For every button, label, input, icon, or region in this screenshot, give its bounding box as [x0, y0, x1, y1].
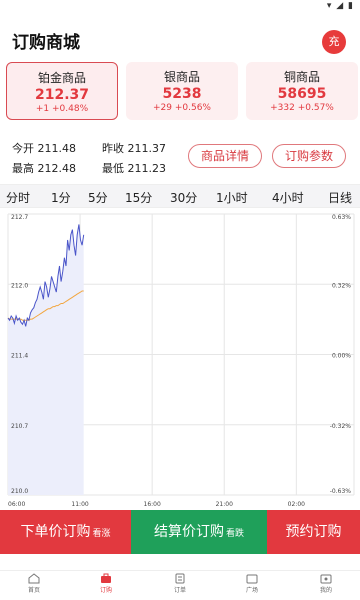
square-icon: [246, 574, 258, 584]
tab-30min[interactable]: 30分: [170, 189, 197, 206]
status-icons: ▾ ◢ ▮: [326, 1, 354, 11]
y-tick-label-percent: -0.32%: [330, 423, 352, 430]
buy-settle-price-hint: 看跌: [225, 529, 244, 539]
y-tick-label: 211.4: [11, 353, 28, 360]
tab-5min[interactable]: 5分: [88, 189, 108, 206]
x-tick-label: 06:00: [8, 501, 25, 508]
high-price: 最高 212.48: [12, 162, 76, 175]
nav-profile-label: 我的: [319, 587, 332, 594]
product-change: +29 +0.56%: [153, 103, 211, 113]
shop-icon: [101, 573, 111, 583]
reserve-order-button[interactable]: 预约订购: [267, 510, 360, 554]
nav-square-label: 广场: [245, 587, 258, 594]
x-tick-label: 11:00: [71, 501, 88, 508]
nav-home-label: 首页: [27, 587, 40, 594]
nav-shop[interactable]: 订购: [86, 573, 126, 594]
page-title: 订购商城: [12, 33, 80, 53]
product-price: 58695: [277, 86, 327, 102]
nav-orders-label: 订单: [173, 587, 186, 594]
x-tick-label: 16:00: [144, 501, 161, 508]
reserve-order-label: 预约订购: [285, 524, 342, 540]
y-tick-label-percent: -0.63%: [330, 488, 352, 495]
order-icon: [175, 573, 185, 584]
tab-15min[interactable]: 15分: [125, 189, 152, 206]
nav-shop-label: 订购: [99, 587, 112, 594]
home-icon: [28, 573, 40, 584]
product-price: 5238: [162, 86, 202, 102]
status-bar: ▾ ◢ ▮: [0, 0, 360, 14]
buy-order-price-label: 下单价订购: [20, 524, 91, 540]
tab-1hour[interactable]: 1小时: [216, 189, 248, 206]
timeshare-chart[interactable]: 212.7 212.0 211.4 210.7 210.0 0.63% 0.32% 0.00%…: [0, 208, 360, 510]
buy-order-price-button[interactable]: 下单价订购 看涨: [0, 510, 131, 554]
nav-home[interactable]: 首页: [14, 573, 54, 594]
product-name: 铜商品: [283, 70, 320, 84]
low-price: 最低 211.23: [102, 162, 166, 175]
buy-settle-price-button[interactable]: 结算价订购 看跌: [131, 510, 267, 554]
header: 订购商城 充: [0, 22, 360, 60]
y-tick-label: 210.0: [11, 488, 28, 495]
product-name: 银商品: [163, 70, 200, 84]
nav-orders[interactable]: 订单: [160, 573, 200, 594]
timeframe-tabs: 分时 1分 5分 15分 30分 1小时 4小时 日线: [0, 184, 360, 208]
order-params-button[interactable]: 订购参数: [272, 144, 346, 168]
prev-close-price: 昨收 211.37: [102, 142, 166, 155]
recharge-button[interactable]: 充: [322, 30, 346, 54]
tab-timeshare[interactable]: 分时: [6, 189, 30, 206]
tab-4hour[interactable]: 4小时: [272, 189, 304, 206]
timeshare-chart-svg: 212.7 212.0 211.4 210.7 210.0 0.63% 0.32% 0.00%…: [7, 213, 355, 508]
profile-icon: [320, 574, 332, 584]
y-tick-label-percent: 0.32%: [332, 282, 351, 289]
product-card-platinum[interactable]: 铂金商品 212.37 +1 +0.48%: [6, 62, 118, 120]
product-cards: 铂金商品 212.37 +1 +0.48% 银商品 5238 +29 +0.56…: [0, 60, 360, 122]
y-tick-label-percent: 0.00%: [332, 353, 351, 360]
y-tick-label: 212.7: [11, 214, 28, 221]
price-stats: 今开 211.48 昨收 211.37 最高 212.48 最低 211.23 …: [0, 138, 360, 178]
y-tick-label: 212.0: [11, 282, 28, 289]
tab-daily[interactable]: 日线: [328, 189, 352, 206]
tab-1min[interactable]: 1分: [51, 189, 71, 206]
order-actions: 下单价订购 看涨 结算价订购 看跌 预约订购: [0, 510, 360, 554]
bottom-nav: 首页 订购 订单 广场 我的: [0, 570, 360, 600]
product-card-copper[interactable]: 铜商品 58695 +332 +0.57%: [246, 62, 358, 120]
product-card-silver[interactable]: 银商品 5238 +29 +0.56%: [126, 62, 238, 120]
nav-profile[interactable]: 我的: [306, 573, 346, 594]
buy-order-price-hint: 看涨: [92, 529, 111, 539]
product-change: +332 +0.57%: [270, 103, 334, 113]
product-name: 铂金商品: [37, 71, 86, 85]
product-change: +1 +0.48%: [35, 104, 89, 114]
y-tick-label: 210.7: [11, 423, 28, 430]
y-tick-label-percent: 0.63%: [332, 214, 351, 221]
price-area: [8, 224, 84, 495]
buy-settle-price-label: 结算价订购: [153, 524, 224, 540]
nav-square[interactable]: 广场: [232, 573, 272, 594]
x-tick-label: 02:00: [288, 501, 305, 508]
product-price: 212.37: [34, 87, 90, 103]
product-detail-button[interactable]: 商品详情: [188, 144, 262, 168]
x-tick-label: 21:00: [216, 501, 233, 508]
open-price: 今开 211.48: [12, 142, 76, 155]
